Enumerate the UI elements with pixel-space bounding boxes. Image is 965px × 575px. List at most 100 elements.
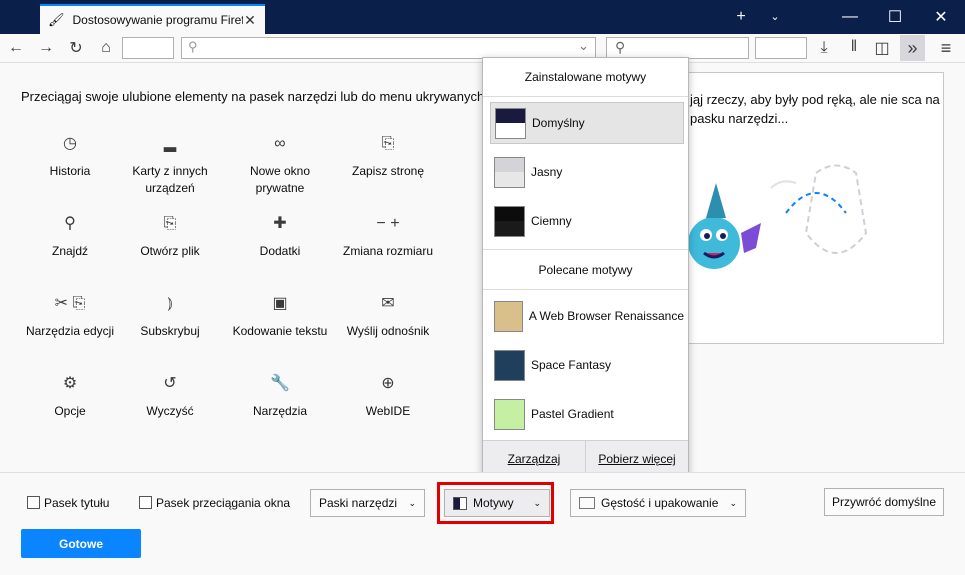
tab-customize[interactable]: 🖌 Dostosowywanie programu Firefox ✕: [40, 4, 265, 34]
restore-defaults-button[interactable]: Przywróć domyślne: [824, 488, 944, 516]
palette-item[interactable]: ◷ Historia: [20, 133, 120, 180]
close-window-button[interactable]: ✕: [918, 0, 964, 33]
palette-item-icon: ✉: [381, 294, 395, 312]
palette-item[interactable]: ⊕ WebIDE: [338, 373, 438, 420]
palette-item-icon: ⚙: [62, 374, 78, 392]
density-label: Gęstość i upakowanie: [601, 496, 719, 510]
checkbox-icon[interactable]: [27, 496, 40, 509]
palette-item-label: Historia: [49, 164, 91, 178]
sidebar-icon[interactable]: ◫: [871, 37, 893, 59]
checkbox-icon[interactable]: [139, 496, 152, 509]
hamburger-menu-icon[interactable]: ≡: [935, 37, 957, 59]
chevron-down-icon: ⌄: [729, 497, 737, 508]
palette-item-label: Kodowanie tekstu: [232, 324, 328, 338]
theme-item[interactable]: Domyślny: [490, 102, 684, 144]
theme-thumbnail-icon: [494, 300, 523, 332]
url-dropdown-icon[interactable]: ⌄: [578, 38, 589, 54]
toolbar-spacer-field-2[interactable]: [755, 37, 807, 59]
palette-item-label: Zapisz stronę: [351, 164, 425, 178]
palette-item-icon: 🔧: [270, 374, 290, 392]
density-dropdown[interactable]: Gęstość i upakowanie ⌄: [570, 489, 746, 517]
tab-title: Dostosowywanie programu Firefox: [72, 13, 243, 27]
maximize-button[interactable]: ☐: [872, 0, 918, 33]
palette-item[interactable]: ▣ Kodowanie tekstu: [230, 293, 330, 340]
title-bar-label: Pasek tytułu: [44, 496, 110, 510]
theme-item[interactable]: Space Fantasy: [490, 344, 684, 386]
palette-item[interactable]: ⚲ Znajdź: [20, 213, 120, 260]
chevron-down-icon: ⌄: [408, 497, 416, 508]
palette-item[interactable]: ⎘ Zapisz stronę: [338, 133, 438, 180]
drag-space-label: Pasek przeciągania okna: [156, 496, 291, 510]
palette-item[interactable]: ⚙ Opcje: [20, 373, 120, 420]
theme-item[interactable]: A Web Browser Renaissance: [490, 295, 684, 337]
reload-icon[interactable]: ↻: [65, 37, 87, 59]
palette-item-icon: ▣: [272, 294, 288, 312]
theme-item[interactable]: Pastel Gradient: [490, 393, 684, 435]
themes-dropdown[interactable]: Motywy ⌄: [444, 489, 550, 517]
theme-item[interactable]: Ciemny: [490, 200, 684, 242]
overflow-illustration: [688, 164, 868, 269]
palette-item-icon: ⎘: [381, 134, 395, 152]
done-button[interactable]: Gotowe: [21, 529, 141, 558]
palette-item-label: Znajdź: [51, 244, 89, 258]
palette-item-label: Subskrybuj: [140, 324, 200, 338]
toolbar-spacer-field[interactable]: [122, 37, 174, 59]
palette-item-label: Nowe okno prywatne: [249, 164, 311, 195]
palette-item-label: Narzędzia edycji: [25, 324, 115, 338]
palette-item-icon: ∞: [274, 134, 286, 152]
theme-label: A Web Browser Renaissance: [528, 309, 684, 323]
forward-icon[interactable]: →: [35, 37, 57, 59]
toolbars-dropdown[interactable]: Paski narzędzi ⌄: [310, 489, 425, 517]
installed-themes-header: Zainstalowane motywy: [524, 70, 647, 84]
palette-item-icon: − +: [376, 214, 400, 232]
theme-thumbnail-icon: [494, 398, 525, 430]
theme-preview-icon: [495, 107, 526, 139]
toolbars-label: Paski narzędzi: [319, 496, 398, 510]
palette-item-label: Karty z innych urządzeń: [132, 164, 208, 195]
download-icon[interactable]: ⤓: [813, 37, 835, 59]
palette-item[interactable]: ✂ ⎘ Narzędzia edycji: [20, 293, 120, 340]
title-bar-checkbox[interactable]: Pasek tytułu: [27, 496, 109, 510]
theme-swatch-icon: [453, 496, 467, 510]
palette-item[interactable]: ⦆ Subskrybuj: [120, 293, 220, 340]
density-icon: [579, 497, 595, 509]
url-bar[interactable]: ⚲ ⌄: [181, 37, 596, 59]
search-icon: ⚲: [188, 39, 198, 54]
palette-item-icon: ⊕: [381, 374, 395, 392]
palette-item[interactable]: 🔧 Narzędzia: [230, 373, 330, 420]
palette-item[interactable]: − + Zmiana rozmiaru: [338, 213, 438, 260]
palette-item-label: Zmiana rozmiaru: [342, 244, 434, 258]
palette-item[interactable]: ↺ Wyczyść: [120, 373, 220, 420]
overflow-panel: jąj rzeczy, aby były pod ręką, ale nie s…: [685, 72, 944, 344]
palette-item-label: Narzędzia: [252, 404, 308, 418]
palette-item-icon: ◷: [63, 134, 77, 152]
back-icon[interactable]: ←: [5, 37, 27, 59]
palette-item[interactable]: ▂ Karty z innych urządzeń: [120, 133, 220, 197]
home-icon[interactable]: ⌂: [95, 37, 117, 59]
overflow-menu-icon[interactable]: »: [900, 35, 925, 61]
search-field[interactable]: ⚲: [606, 37, 749, 59]
minimize-button[interactable]: —: [827, 0, 873, 33]
drag-space-checkbox[interactable]: Pasek przeciągania okna: [139, 496, 290, 510]
palette-item-icon: ✚: [273, 214, 287, 232]
separator: [483, 289, 688, 290]
palette-item[interactable]: ✉ Wyślij odnośnik: [338, 293, 438, 340]
themes-popup: Zainstalowane motywy Polecane motywy Zar…: [482, 57, 689, 477]
theme-label: Pastel Gradient: [531, 407, 614, 421]
palette-item-label: Opcje: [54, 404, 86, 418]
theme-label: Ciemny: [531, 214, 572, 228]
separator: [483, 96, 688, 97]
library-icon[interactable]: 𝍪: [843, 37, 865, 59]
chevron-down-icon: ⌄: [533, 497, 541, 508]
tab-list-chevron-icon[interactable]: ⌄: [752, 0, 798, 33]
palette-item[interactable]: ⎘ Otwórz plik: [120, 213, 220, 260]
featured-themes-header: Polecane motywy: [538, 263, 633, 277]
tab-close-icon[interactable]: ✕: [243, 12, 257, 29]
search-box-icon: ⚲: [615, 39, 626, 55]
palette-item[interactable]: ∞ Nowe okno prywatne: [230, 133, 330, 197]
theme-item[interactable]: Jasny: [490, 151, 684, 193]
palette-item-icon: ✂ ⎘: [54, 294, 86, 312]
palette-item[interactable]: ✚ Dodatki: [230, 213, 330, 260]
palette-item-icon: ↺: [163, 374, 177, 392]
palette-item-label: Wyczyść: [146, 404, 194, 418]
